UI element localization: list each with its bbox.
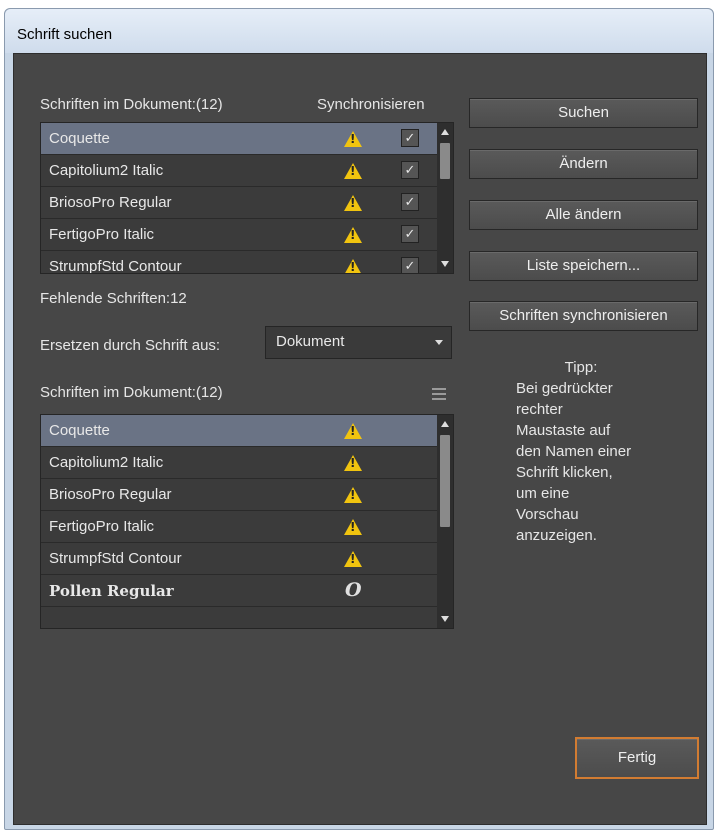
sync-column-header: Synchronisieren bbox=[317, 96, 425, 113]
tip-line: den Namen einer bbox=[516, 443, 632, 460]
done-button[interactable]: Fertig bbox=[575, 737, 699, 779]
list-item[interactable]: Coquette bbox=[41, 415, 453, 447]
tip-title: Tipp: bbox=[564, 359, 598, 376]
tip-line: um eine bbox=[516, 485, 570, 502]
warning-icon bbox=[344, 551, 362, 567]
list-item[interactable]: FertigoPro Italic ✓ bbox=[41, 219, 453, 251]
document-fonts-list-bottom[interactable]: Coquette Capitolium2 Italic BriosoPro Re… bbox=[40, 414, 454, 629]
window-title: Schrift suchen bbox=[17, 26, 113, 43]
list-item[interactable]: Capitolium2 Italic bbox=[41, 447, 453, 479]
list-item-partial[interactable] bbox=[41, 607, 453, 628]
sync-checkbox[interactable]: ✓ bbox=[401, 161, 419, 179]
sync-checkbox[interactable]: ✓ bbox=[401, 129, 419, 147]
tip-line: anzuzeigen. bbox=[516, 527, 597, 544]
search-button[interactable]: Suchen bbox=[469, 98, 698, 128]
warning-icon bbox=[344, 195, 362, 211]
warning-icon bbox=[344, 519, 362, 535]
warning-icon bbox=[344, 163, 362, 179]
tip-line: rechter bbox=[516, 401, 563, 418]
warning-icon bbox=[344, 227, 362, 243]
warning-icon bbox=[344, 259, 362, 273]
scroll-up-icon[interactable] bbox=[441, 421, 449, 427]
find-font-dialog: Schrift suchen Schriften im Dokument:(12… bbox=[4, 8, 714, 830]
replace-source-dropdown[interactable]: Dokument bbox=[265, 326, 452, 359]
scrollbar[interactable] bbox=[437, 123, 453, 273]
list-menu-icon[interactable] bbox=[432, 388, 446, 400]
warning-icon bbox=[344, 131, 362, 147]
sync-checkbox[interactable]: ✓ bbox=[401, 257, 419, 273]
sync-fonts-button[interactable]: Schriften synchronisieren bbox=[469, 301, 698, 331]
scroll-up-icon[interactable] bbox=[441, 129, 449, 135]
list-item[interactable]: StrumpfStd Contour bbox=[41, 543, 453, 575]
dialog-body: Schriften im Dokument:(12) Synchronisier… bbox=[13, 53, 707, 825]
tip-line: Schrift klicken, bbox=[516, 464, 613, 481]
list-item[interactable]: Capitolium2 Italic ✓ bbox=[41, 155, 453, 187]
title-bar[interactable]: Schrift suchen bbox=[5, 9, 713, 53]
warning-icon bbox=[344, 423, 362, 439]
scroll-thumb[interactable] bbox=[440, 143, 450, 179]
list-item[interactable]: FertigoPro Italic bbox=[41, 511, 453, 543]
document-fonts-list-top[interactable]: Coquette ✓ Capitolium2 Italic ✓ BriosoPr… bbox=[40, 122, 454, 274]
warning-icon bbox=[344, 487, 362, 503]
list-item[interactable]: Coquette ✓ bbox=[41, 123, 453, 155]
sync-checkbox[interactable]: ✓ bbox=[401, 225, 419, 243]
top-list-header: Schriften im Dokument:(12) bbox=[40, 96, 223, 113]
bottom-list-header: Schriften im Dokument:(12) bbox=[40, 384, 223, 401]
tip-panel: Tipp: Bei gedrückter rechter Maustaste a… bbox=[516, 357, 646, 546]
warning-icon bbox=[344, 455, 362, 471]
scroll-thumb[interactable] bbox=[440, 435, 450, 527]
change-all-button[interactable]: Alle ändern bbox=[469, 200, 698, 230]
list-item[interactable]: BriosoPro Regular ✓ bbox=[41, 187, 453, 219]
list-item[interactable]: StrumpfStd Contour ✓ bbox=[41, 251, 453, 273]
tip-line: Bei gedrückter bbox=[516, 380, 613, 397]
tip-line: Vorschau bbox=[516, 506, 579, 523]
scroll-down-icon[interactable] bbox=[441, 261, 449, 267]
list-item[interactable]: Pollen Regular O bbox=[41, 575, 453, 607]
list-item[interactable]: BriosoPro Regular bbox=[41, 479, 453, 511]
save-list-button[interactable]: Liste speichern... bbox=[469, 251, 698, 281]
change-button[interactable]: Ändern bbox=[469, 149, 698, 179]
scroll-down-icon[interactable] bbox=[441, 616, 449, 622]
chevron-down-icon bbox=[435, 340, 443, 345]
opentype-icon: O bbox=[345, 579, 362, 601]
scrollbar[interactable] bbox=[437, 415, 453, 628]
sync-checkbox[interactable]: ✓ bbox=[401, 193, 419, 211]
tip-line: Maustaste auf bbox=[516, 422, 611, 439]
replace-source-label: Ersetzen durch Schrift aus: bbox=[40, 337, 221, 354]
missing-fonts-label: Fehlende Schriften:12 bbox=[40, 290, 187, 307]
